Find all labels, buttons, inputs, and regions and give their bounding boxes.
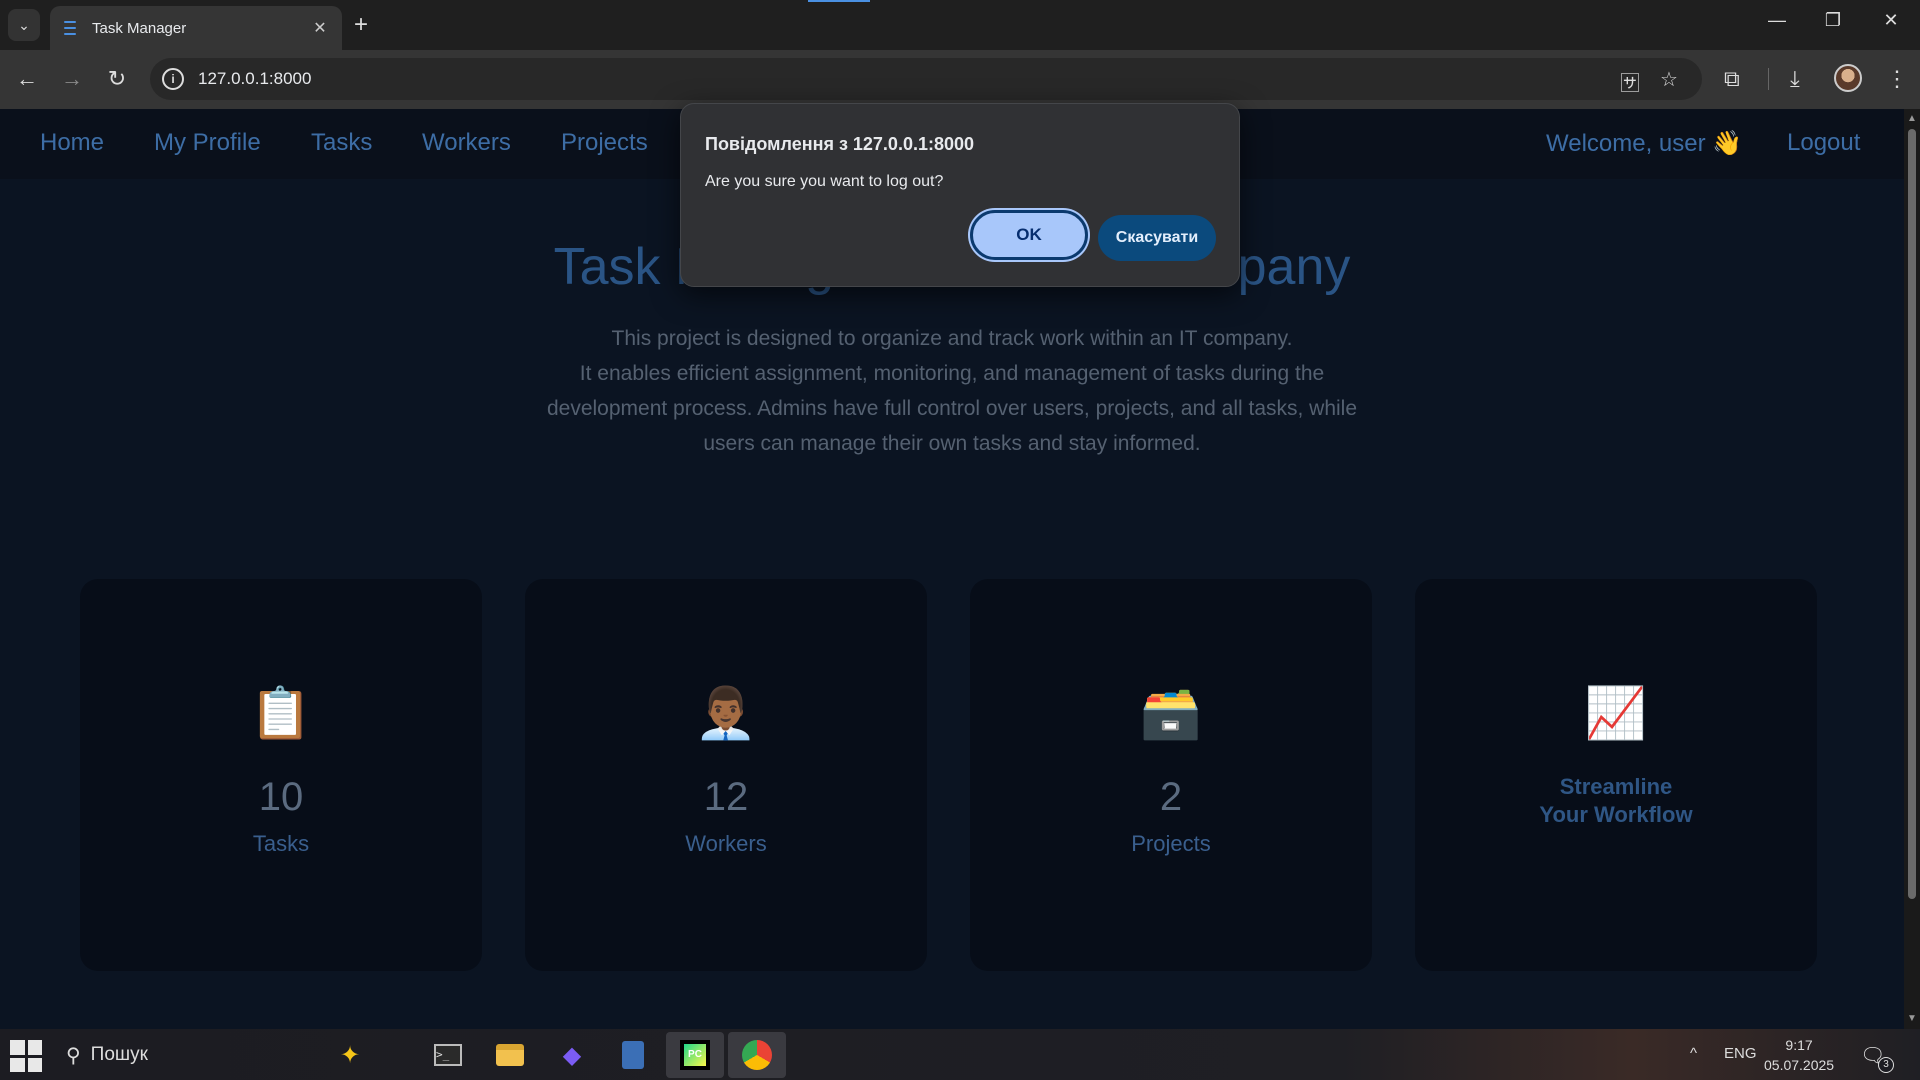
reload-icon: ↻ bbox=[107, 66, 127, 91]
minimize-window-icon[interactable]: — bbox=[1762, 10, 1792, 31]
pycharm-icon[interactable]: PC bbox=[666, 1032, 724, 1078]
card-file-box-icon: 🗃️ bbox=[1139, 685, 1203, 741]
workers-label: Workers bbox=[685, 831, 767, 856]
arrow-left-icon: ← bbox=[16, 66, 38, 91]
reload-button[interactable]: ↻ bbox=[102, 64, 132, 94]
restore-window-icon[interactable]: ❐ bbox=[1818, 10, 1848, 31]
waving-hand-icon: 👋 bbox=[1712, 130, 1743, 157]
obsidian-icon[interactable]: ◆ bbox=[552, 1035, 592, 1075]
tasks-label: Tasks bbox=[252, 831, 310, 856]
translate-icon[interactable]: 🈂 bbox=[1620, 67, 1640, 96]
scroll-up-icon[interactable]: ▲ bbox=[1904, 113, 1920, 124]
welcome-text: Welcome, user 👋 bbox=[1546, 130, 1743, 157]
browser-toolbar: ← → ↻ i 127.0.0.1:8000 🈂 ☆ ⧉ ⤓ ⋮ bbox=[0, 50, 1920, 109]
chart-increasing-icon: 📈 bbox=[1584, 685, 1648, 741]
tab-search-button[interactable]: ⌄ bbox=[8, 9, 40, 41]
scroll-thumb[interactable] bbox=[1908, 129, 1916, 899]
file-explorer-icon[interactable] bbox=[490, 1035, 530, 1075]
terminal-icon[interactable]: >_ bbox=[428, 1035, 468, 1075]
puzzle-icon[interactable]: ⧉ bbox=[1724, 66, 1740, 92]
hero-description-line: users can manage their own tasks and sta… bbox=[703, 432, 1201, 455]
close-window-icon[interactable]: ✕ bbox=[1876, 10, 1906, 31]
address-bar[interactable]: i 127.0.0.1:8000 🈂 ☆ bbox=[150, 58, 1702, 100]
taskbar-search[interactable]: ⚲ Пошук bbox=[66, 1040, 148, 1070]
cancel-button[interactable]: Скасувати bbox=[1098, 215, 1216, 261]
chevron-down-icon: ⌄ bbox=[18, 16, 30, 33]
close-tab-icon[interactable]: ✕ bbox=[310, 18, 330, 38]
loading-indicator bbox=[808, 0, 870, 2]
copilot-icon[interactable]: ✦ bbox=[330, 1035, 370, 1075]
tasks-card: 📋 10 Tasks bbox=[80, 579, 482, 971]
task-manager-favicon-icon bbox=[62, 20, 78, 36]
logout-confirm-dialog: Повідомлення з 127.0.0.1:8000 Are you su… bbox=[680, 103, 1240, 287]
nav-projects-link[interactable]: Projects bbox=[561, 129, 648, 157]
ok-button[interactable]: OK bbox=[970, 210, 1088, 260]
toolbar-divider bbox=[1768, 68, 1769, 90]
kebab-menu-icon[interactable]: ⋮ bbox=[1886, 66, 1908, 92]
taskbar-search-label: Пошук bbox=[90, 1044, 148, 1065]
browser-tab[interactable]: Task Manager ✕ bbox=[50, 6, 342, 50]
download-icon[interactable]: ⤓ bbox=[1790, 66, 1800, 92]
nav-home-link[interactable]: Home bbox=[40, 129, 104, 157]
nav-tasks-link[interactable]: Tasks bbox=[311, 129, 372, 157]
projects-card: 🗃️ 2 Projects bbox=[970, 579, 1372, 971]
workflow-feature-line: Your Workflow bbox=[1539, 802, 1693, 827]
nav-my-profile-link[interactable]: My Profile bbox=[154, 129, 261, 157]
projects-label: Projects bbox=[1131, 831, 1211, 856]
language-indicator[interactable]: ENG bbox=[1724, 1045, 1757, 1062]
arrow-right-icon: → bbox=[61, 66, 83, 91]
forward-button[interactable]: → bbox=[57, 64, 87, 94]
scroll-down-icon[interactable]: ▼ bbox=[1904, 1013, 1920, 1024]
tasks-count: 10 bbox=[258, 775, 304, 819]
hero-description-line: development process. Admins have full co… bbox=[546, 397, 1358, 420]
chrome-icon[interactable] bbox=[728, 1032, 786, 1078]
workers-card: 👨🏾‍💼 12 Workers bbox=[525, 579, 927, 971]
windows-taskbar: ⚲ Пошук ✦ >_ ◆ PC ^ ENG 9:17 05.07.2025 … bbox=[0, 1029, 1920, 1080]
nav-workers-link[interactable]: Workers bbox=[422, 129, 511, 157]
workflow-card: 📈 Streamline Your Workflow bbox=[1415, 579, 1817, 971]
hero-description: This project is designed to organize and… bbox=[500, 321, 1404, 461]
page-scrollbar[interactable]: ▲ ▼ bbox=[1904, 109, 1920, 1029]
office-worker-icon: 👨🏾‍💼 bbox=[694, 685, 758, 741]
profile-avatar[interactable] bbox=[1834, 64, 1862, 92]
browser-tab-strip: ⌄ Task Manager ✕ + — ❐ ✕ bbox=[0, 0, 1920, 50]
tab-title: Task Manager bbox=[92, 19, 187, 37]
taskbar-clock[interactable]: 9:17 05.07.2025 bbox=[1764, 1035, 1834, 1075]
hero-description-line: This project is designed to organize and… bbox=[611, 327, 1293, 350]
dialog-title: Повідомлення з 127.0.0.1:8000 bbox=[705, 134, 975, 154]
nav-logout-link[interactable]: Logout bbox=[1787, 129, 1860, 157]
workers-count: 12 bbox=[703, 775, 749, 819]
workflow-feature-text: Streamline Your Workflow bbox=[1415, 773, 1817, 829]
clipboard-icon: 📋 bbox=[249, 685, 313, 741]
clock-time: 9:17 bbox=[1785, 1037, 1813, 1053]
new-tab-button[interactable]: + bbox=[354, 11, 368, 39]
hero-description-line: It enables efficient assignment, monitor… bbox=[579, 362, 1325, 385]
back-button[interactable]: ← bbox=[12, 64, 42, 94]
projects-count: 2 bbox=[1159, 775, 1183, 819]
search-icon: ⚲ bbox=[66, 1044, 81, 1067]
site-info-icon[interactable]: i bbox=[162, 68, 184, 90]
clock-date: 05.07.2025 bbox=[1764, 1057, 1835, 1073]
star-icon[interactable]: ☆ bbox=[1660, 67, 1678, 92]
url-text[interactable]: 127.0.0.1:8000 bbox=[198, 69, 311, 89]
stats-cards: 📋 10 Tasks 👨🏾‍💼 12 Workers 🗃️ 2 Projects… bbox=[80, 579, 1820, 971]
windows-start-icon[interactable] bbox=[10, 1040, 42, 1072]
dialog-message: Are you sure you want to log out? bbox=[705, 173, 944, 190]
notification-badge: 3 bbox=[1878, 1057, 1894, 1073]
chevron-up-icon[interactable]: ^ bbox=[1690, 1045, 1697, 1062]
workflow-feature-line: Streamline bbox=[1559, 774, 1673, 799]
calculator-icon[interactable] bbox=[613, 1035, 653, 1075]
